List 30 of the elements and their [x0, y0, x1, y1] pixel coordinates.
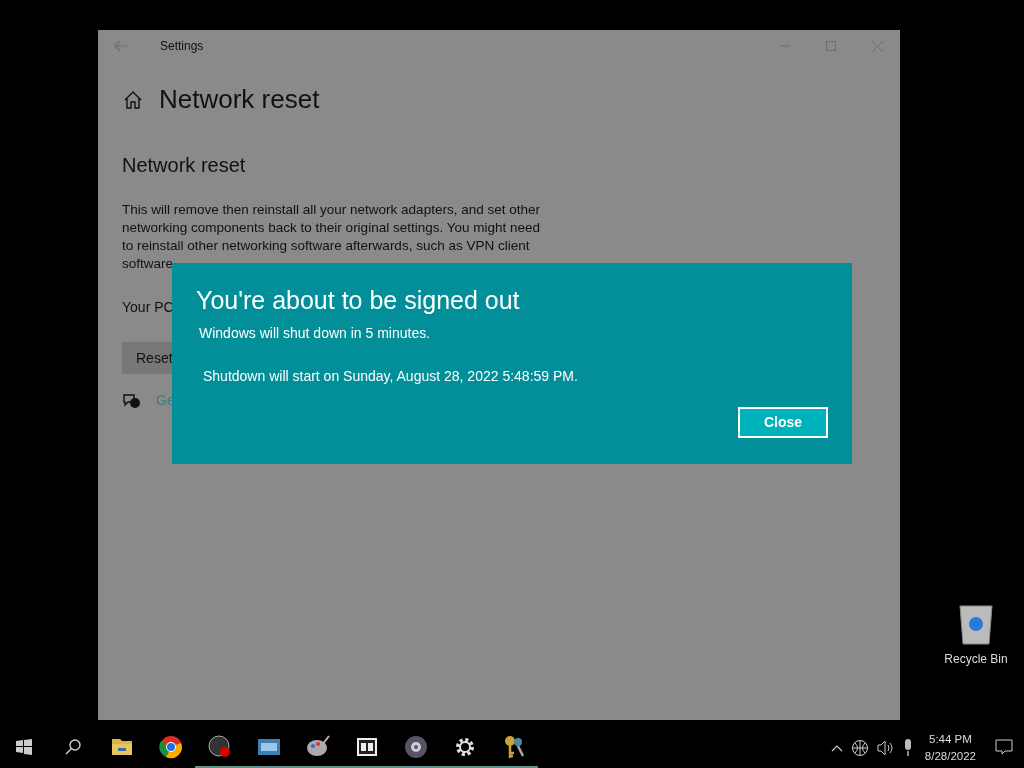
- home-icon: [123, 89, 143, 110]
- page-title: Network reset: [159, 84, 320, 116]
- chevron-up-icon[interactable]: [830, 744, 843, 752]
- dialog-title: You're about to be signed out: [196, 285, 521, 315]
- maximize-icon: [826, 41, 836, 51]
- close-dialog-button[interactable]: Close: [738, 407, 828, 438]
- windows-logo-icon: [16, 739, 32, 755]
- home-button[interactable]: [123, 89, 143, 110]
- speaker-icon[interactable]: [876, 740, 895, 756]
- search-icon: [64, 739, 81, 755]
- window-title: Settings: [160, 38, 204, 55]
- status-text: Your PC: [122, 298, 174, 318]
- section-heading: Network reset: [122, 153, 246, 178]
- recycle-bin-shortcut[interactable]: Recycle Bin: [940, 602, 1012, 668]
- recycle-bin-icon: [956, 602, 996, 646]
- record-icon: [207, 735, 232, 759]
- dialog-message: Windows will shut down in 5 minutes.: [199, 324, 432, 343]
- help-chat-icon: [122, 392, 140, 409]
- close-icon: [871, 40, 883, 52]
- description-text: This will remove then reinstall all your network adapters, and set other networking components back to their original settings. You might need to reinstall other networking software afterwards, such as VPN client software: [122, 201, 541, 274]
- chrome-icon: [158, 735, 183, 759]
- globe-icon[interactable]: [850, 739, 869, 757]
- disc-icon: [403, 735, 428, 759]
- clock-date: 8/28/2022: [924, 749, 976, 764]
- palette-icon: [305, 735, 330, 759]
- notification-icon: [995, 739, 1013, 755]
- microphone-icon[interactable]: [902, 739, 913, 757]
- clock-time: 5:44 PM: [928, 732, 973, 747]
- taskbar-clock[interactable]: 5:44 PM 8/28/2022: [924, 731, 976, 765]
- back-arrow-icon: [114, 40, 128, 52]
